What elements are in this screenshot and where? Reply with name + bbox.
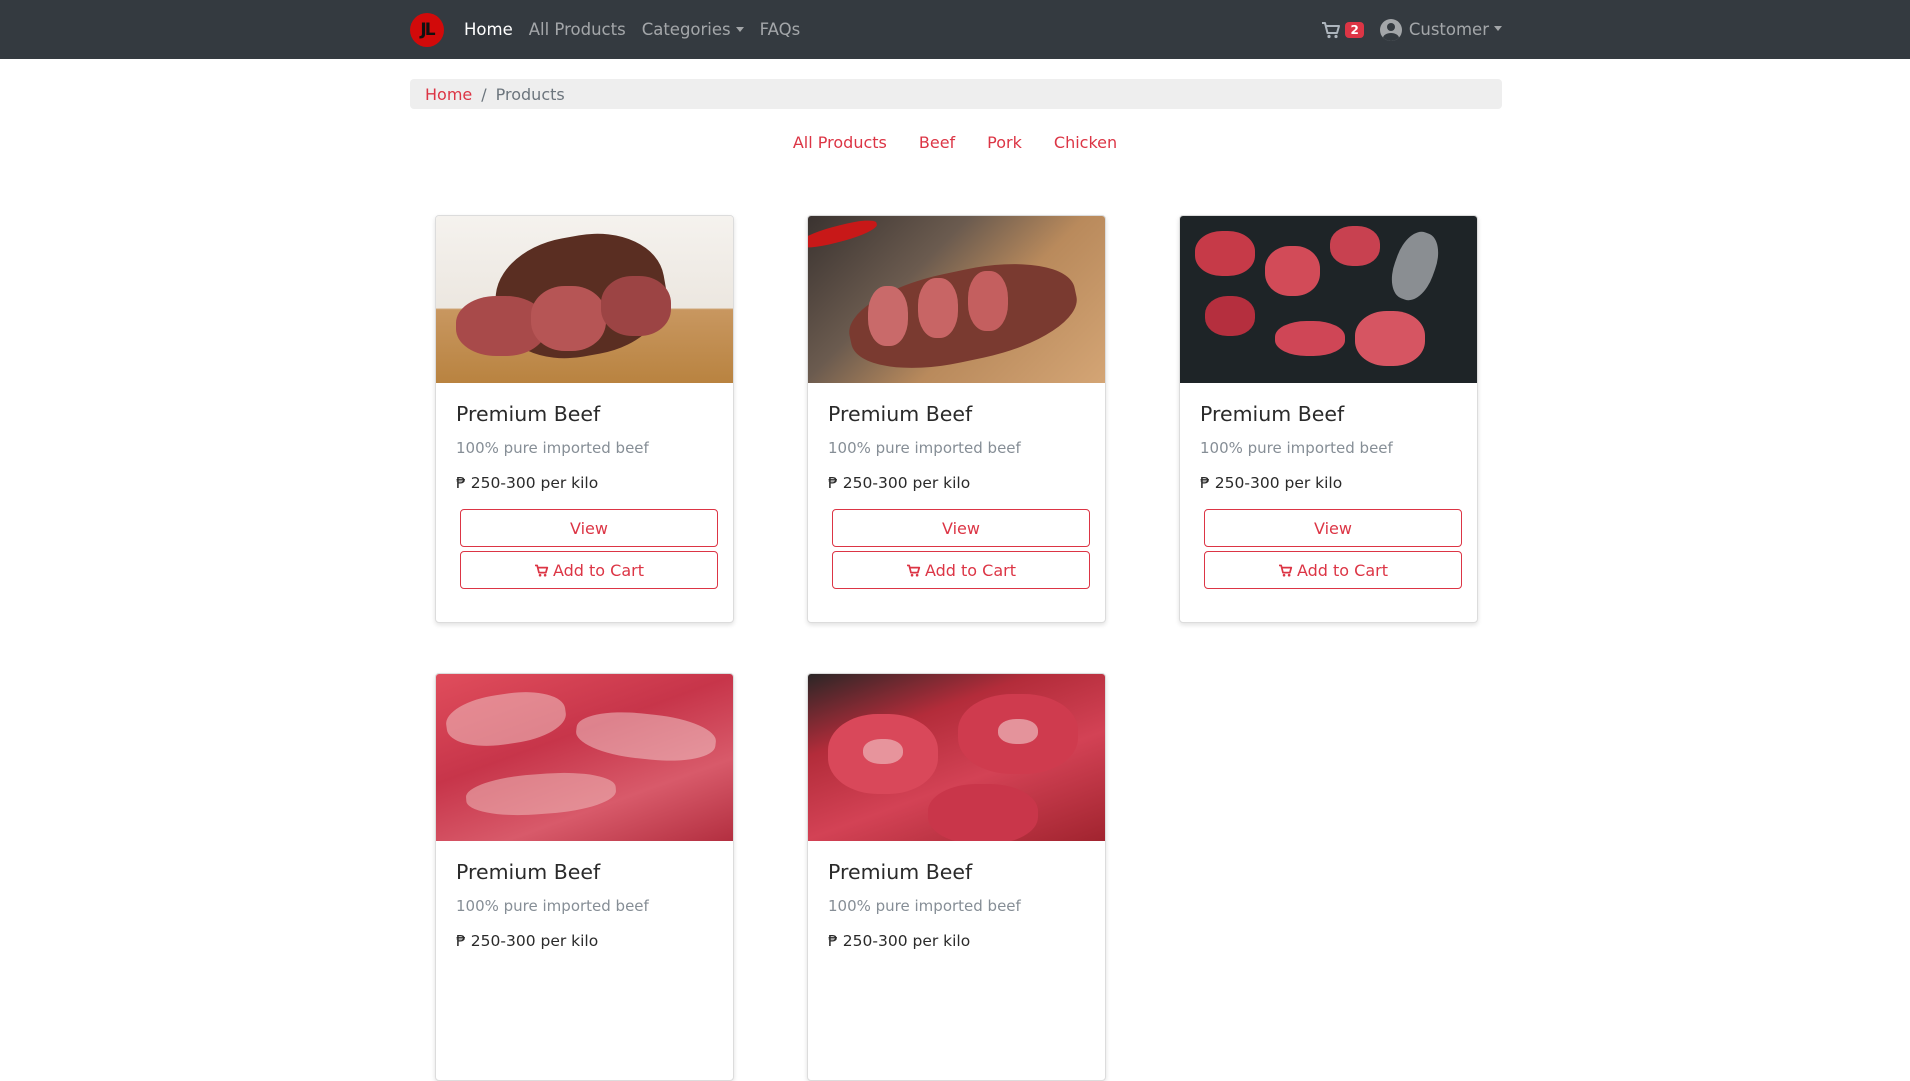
product-title: Premium Beef: [456, 402, 601, 426]
add-to-cart-button[interactable]: Add to Cart: [460, 551, 718, 589]
add-to-cart-label: Add to Cart: [1296, 560, 1389, 580]
product-description: 100% pure imported beef: [456, 897, 649, 915]
breadcrumb: Home / Products: [410, 79, 1502, 109]
nav-links: Home All Products Categories FAQs: [464, 0, 816, 59]
add-to-cart-icon: [906, 564, 921, 576]
product-card: Premium Beef 100% pure imported beef ₱ 2…: [435, 215, 734, 623]
category-filter: All Products Beef Pork Chicken: [0, 133, 1910, 152]
filter-chicken[interactable]: Chicken: [1054, 133, 1117, 152]
nav-link-home[interactable]: Home: [464, 0, 513, 59]
product-title: Premium Beef: [828, 860, 973, 884]
nav-link-all-products[interactable]: All Products: [529, 0, 626, 59]
add-to-cart-label: Add to Cart: [552, 560, 645, 580]
product-description: 100% pure imported beef: [828, 439, 1021, 457]
product-card: Premium Beef 100% pure imported beef ₱ 2…: [807, 673, 1106, 1081]
card-body: Premium Beef 100% pure imported beef ₱ 2…: [1180, 402, 1477, 589]
product-image: [436, 674, 733, 841]
product-image: [808, 216, 1105, 383]
product-price: ₱ 250-300 per kilo: [456, 932, 599, 950]
logo-text: JL: [420, 19, 435, 40]
card-body: Premium Beef 100% pure imported beef ₱ 2…: [436, 860, 733, 950]
product-price: ₱ 250-300 per kilo: [456, 474, 599, 492]
caret-down-icon: [1494, 25, 1502, 31]
logo-icon[interactable]: JL: [410, 12, 444, 47]
nav-right: 2 Customer: [1321, 18, 1502, 41]
cart-icon: [1322, 21, 1341, 38]
product-card: Premium Beef 100% pure imported beef ₱ 2…: [1179, 215, 1478, 623]
add-to-cart-label: Add to Cart: [924, 560, 1017, 580]
product-title: Premium Beef: [828, 402, 973, 426]
product-description: 100% pure imported beef: [828, 897, 1021, 915]
filter-pork[interactable]: Pork: [987, 133, 1022, 152]
add-to-cart-button[interactable]: Add to Cart: [1204, 551, 1462, 589]
navbar-container: JL Home All Products Categories FAQs 2 C…: [410, 0, 1502, 59]
navbar: JL Home All Products Categories FAQs 2 C…: [0, 0, 1910, 59]
add-to-cart-icon: [534, 564, 549, 576]
view-button[interactable]: View: [832, 509, 1090, 547]
breadcrumb-current: Products: [495, 84, 565, 104]
product-description: 100% pure imported beef: [456, 439, 649, 457]
product-title: Premium Beef: [1200, 402, 1345, 426]
product-card: Premium Beef 100% pure imported beef ₱ 2…: [435, 673, 734, 1081]
cart-count-badge: 2: [1345, 21, 1364, 38]
card-body: Premium Beef 100% pure imported beef ₱ 2…: [808, 860, 1105, 950]
nav-link-categories[interactable]: Categories: [642, 0, 744, 59]
breadcrumb-separator: /: [481, 84, 487, 104]
caret-down-icon: [735, 26, 744, 32]
add-to-cart-icon: [1278, 564, 1293, 576]
view-button[interactable]: View: [1204, 509, 1462, 547]
filter-beef[interactable]: Beef: [919, 133, 955, 152]
product-image: [436, 216, 733, 383]
product-card: Premium Beef 100% pure imported beef ₱ 2…: [807, 215, 1106, 623]
product-price: ₱ 250-300 per kilo: [828, 474, 971, 492]
product-description: 100% pure imported beef: [1200, 439, 1393, 457]
card-body: Premium Beef 100% pure imported beef ₱ 2…: [808, 402, 1105, 589]
nav-categories-label: Categories: [641, 20, 731, 39]
user-label: Customer: [1408, 20, 1489, 39]
product-price: ₱ 250-300 per kilo: [828, 932, 971, 950]
product-image: [808, 674, 1105, 841]
card-body: Premium Beef 100% pure imported beef ₱ 2…: [436, 402, 733, 589]
product-title: Premium Beef: [456, 860, 601, 884]
filter-all-products[interactable]: All Products: [793, 133, 887, 152]
view-button[interactable]: View: [460, 509, 718, 547]
nav-link-faqs[interactable]: FAQs: [760, 0, 801, 59]
add-to-cart-button[interactable]: Add to Cart: [832, 551, 1090, 589]
user-circle-icon: [1379, 18, 1402, 41]
user-menu[interactable]: Customer: [1379, 18, 1502, 41]
product-image: [1180, 216, 1477, 383]
product-price: ₱ 250-300 per kilo: [1200, 474, 1343, 492]
cart-button[interactable]: 2: [1321, 21, 1364, 39]
breadcrumb-home[interactable]: Home: [425, 85, 472, 104]
